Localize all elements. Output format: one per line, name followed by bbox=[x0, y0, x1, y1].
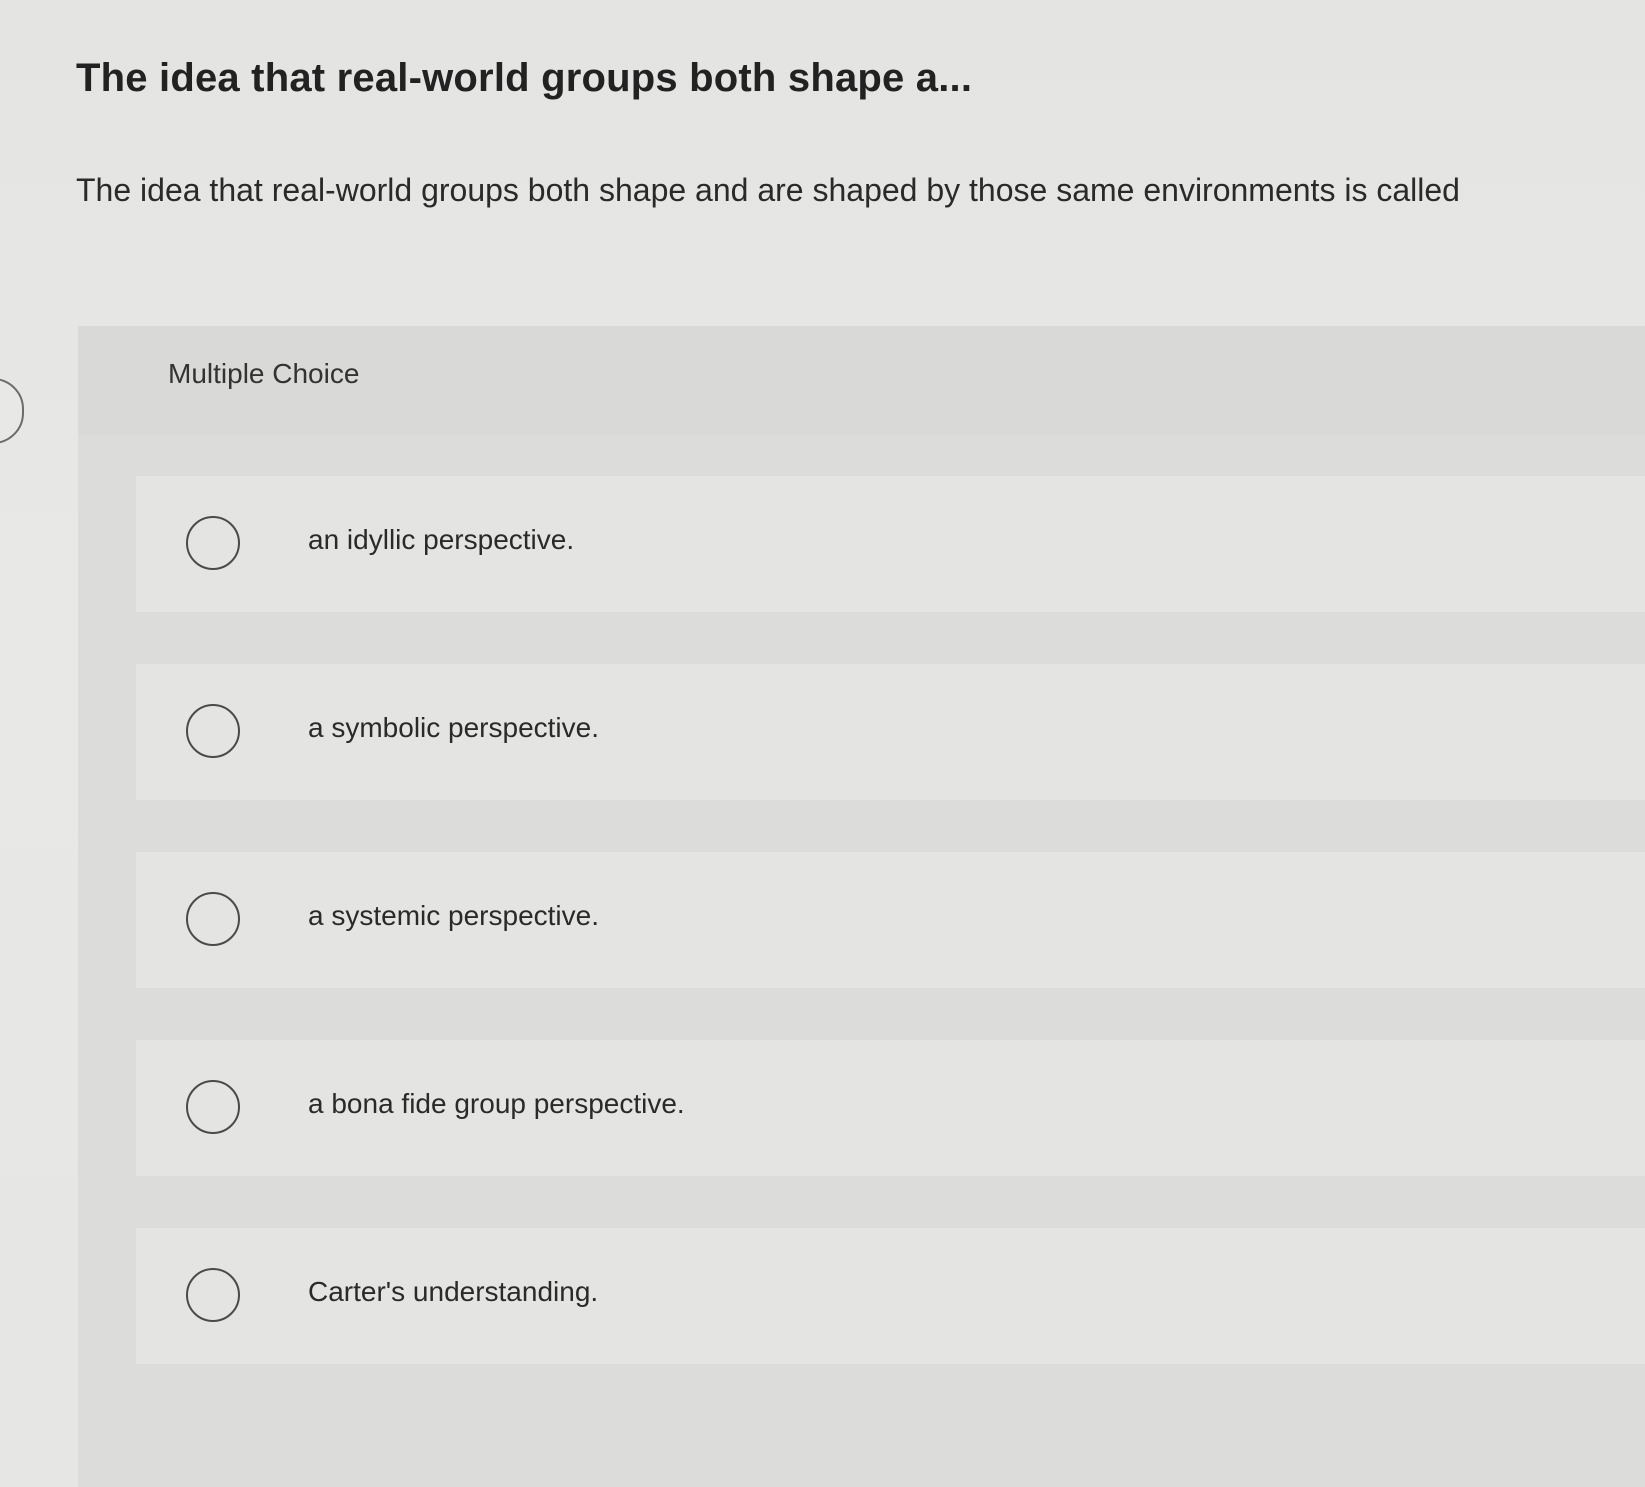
answer-option-label: a symbolic perspective. bbox=[308, 712, 600, 743]
answer-options-list: an idyllic perspective. a symbolic persp… bbox=[78, 434, 1645, 1487]
answer-option-3[interactable]: a systemic perspective. bbox=[136, 852, 1645, 988]
radio-button-icon[interactable] bbox=[186, 1268, 240, 1322]
answer-option-label: an idyllic perspective. bbox=[308, 524, 575, 555]
question-prompt: The idea that real-world groups both sha… bbox=[76, 172, 1460, 208]
question-title: The idea that real-world groups both sha… bbox=[76, 56, 973, 100]
answer-option-1[interactable]: an idyllic perspective. bbox=[136, 476, 1645, 612]
answer-option-4[interactable]: a bona fide group perspective. bbox=[136, 1040, 1645, 1176]
multiple-choice-header: Multiple Choice bbox=[78, 326, 1645, 434]
radio-button-icon[interactable] bbox=[186, 892, 240, 946]
radio-button-icon[interactable] bbox=[186, 704, 240, 758]
answer-option-2[interactable]: a symbolic perspective. bbox=[136, 664, 1645, 800]
answer-option-label: a bona fide group perspective. bbox=[308, 1088, 685, 1119]
answer-option-label: Carter's understanding. bbox=[308, 1276, 599, 1307]
answer-option-label: a systemic perspective. bbox=[308, 900, 599, 931]
answer-option-5[interactable]: Carter's understanding. bbox=[136, 1228, 1645, 1364]
multiple-choice-label: Multiple Choice bbox=[168, 358, 360, 389]
radio-button-icon[interactable] bbox=[186, 1080, 240, 1134]
radio-button-icon[interactable] bbox=[186, 516, 240, 570]
multiple-choice-panel: Multiple Choice an idyllic perspective. … bbox=[78, 326, 1645, 1487]
